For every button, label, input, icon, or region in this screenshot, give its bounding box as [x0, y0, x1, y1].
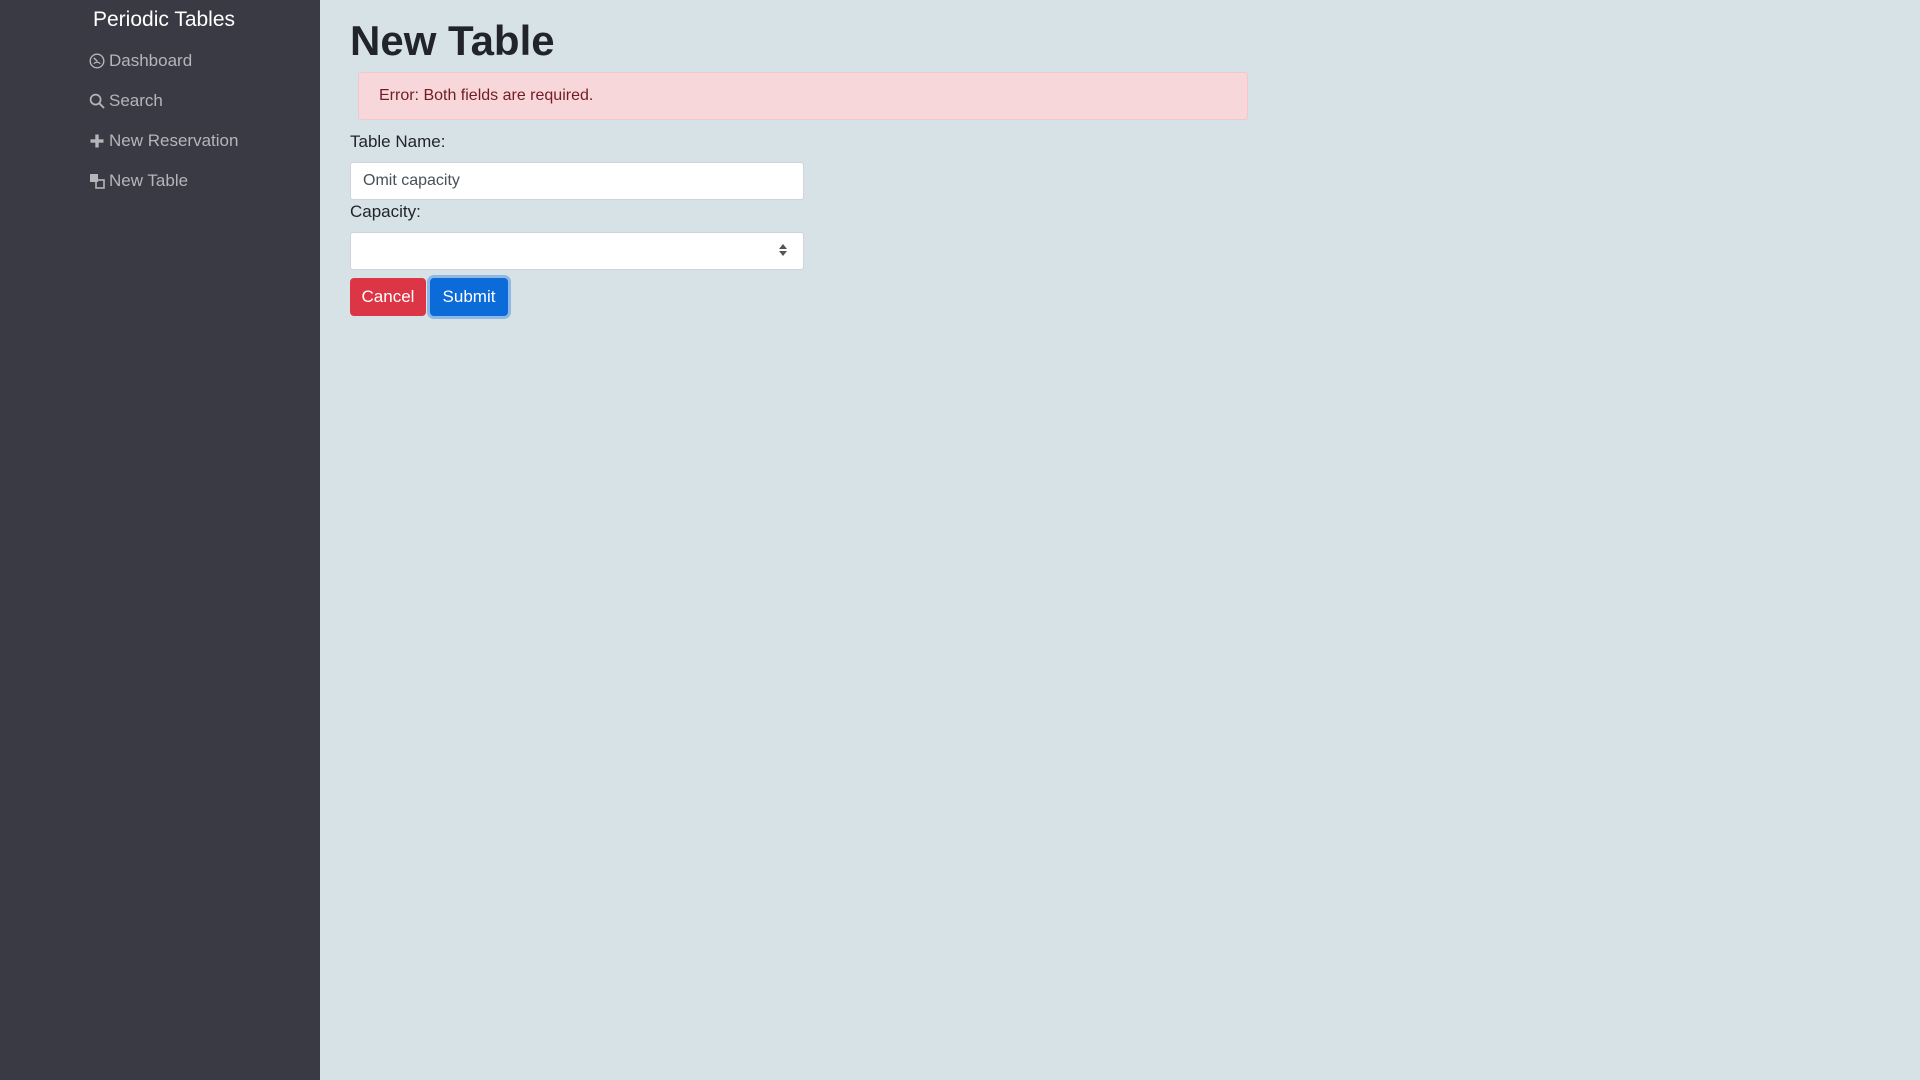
dashboard-icon: [88, 52, 106, 70]
capacity-stepper[interactable]: [776, 241, 790, 259]
sidebar-item-label: New Reservation: [109, 131, 239, 150]
sidebar-item-label: New Table: [109, 171, 189, 190]
brand-title[interactable]: Periodic Tables: [93, 7, 235, 33]
search-icon: [88, 92, 106, 110]
table-name-input[interactable]: [350, 162, 804, 200]
stepper-up-icon[interactable]: [779, 244, 787, 251]
page-title: New Table: [350, 17, 555, 64]
stepper-down-icon[interactable]: [779, 251, 787, 256]
sidebar-item-label: Search: [109, 91, 163, 110]
table-name-label: Table Name:: [350, 132, 446, 151]
plus-icon: [88, 132, 106, 150]
sidebar-item-search[interactable]: Search: [88, 87, 163, 115]
capacity-label: Capacity:: [350, 202, 421, 221]
sidebar: Periodic Tables Dashboard Search New Res…: [0, 0, 320, 1080]
sidebar-item-label: Dashboard: [109, 51, 193, 70]
submit-button[interactable]: Submit: [430, 278, 508, 316]
sidebar-item-new-reservation[interactable]: New Reservation: [88, 127, 238, 155]
sidebar-item-new-table[interactable]: New Table: [88, 167, 188, 195]
layers-icon: [88, 172, 106, 190]
sidebar-item-dashboard[interactable]: Dashboard: [88, 47, 192, 75]
cancel-button[interactable]: Cancel: [350, 278, 426, 316]
capacity-input[interactable]: [350, 232, 804, 270]
error-alert: Error: Both fields are required.: [358, 72, 1248, 120]
